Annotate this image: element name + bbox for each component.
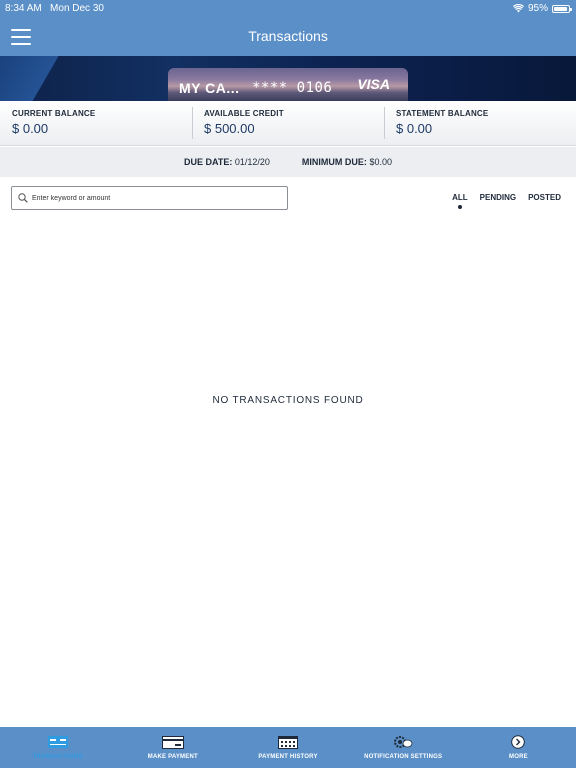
balance-value: $ 500.00	[204, 121, 255, 136]
available-credit: AVAILABLE CREDIT $ 500.00	[192, 101, 384, 145]
battery-fill	[554, 6, 568, 11]
selected-indicator	[457, 205, 462, 209]
calendar-icon	[278, 735, 298, 749]
statement-balance: STATEMENT BALANCE $ 0.00	[384, 101, 576, 145]
due-date-value: 01/12/20	[234, 157, 270, 167]
status-time: 8:34 AM Mon Dec 30	[5, 3, 104, 14]
tab-more[interactable]: MORE	[461, 727, 576, 768]
battery-percent: 95%	[527, 3, 548, 14]
card-name: MY CA...	[179, 80, 240, 96]
tab-payment-history[interactable]: PAYMENT HISTORY	[230, 727, 345, 768]
tab-label: PAYMENT HISTORY	[258, 754, 318, 760]
tab-label: MAKE PAYMENT	[147, 754, 198, 760]
due-date-label: DUE DATE:	[184, 157, 233, 167]
empty-state-message: NO TRANSACTIONS FOUND	[212, 395, 364, 406]
transactions-icon	[47, 735, 68, 749]
status-date: Mon Dec 30	[50, 3, 104, 14]
filter-posted-label: POSTED	[528, 193, 561, 202]
transaction-filters: ALL PENDING POSTED	[452, 193, 561, 209]
balance-label: STATEMENT BALANCE	[396, 109, 489, 118]
app-header: 8:34 AM Mon Dec 30 95% Transactions	[0, 0, 576, 56]
due-date: DUE DATE: 01/12/20	[184, 157, 270, 167]
tab-bar: TRANSACTIONS MAKE PAYMENT PAYMENT HISTOR…	[0, 727, 576, 768]
tab-label: TRANSACTIONS	[32, 754, 83, 760]
card-banner: MY CA... **** 0106 VISA	[0, 56, 576, 101]
balance-label: AVAILABLE CREDIT	[204, 109, 284, 118]
filter-all[interactable]: ALL	[452, 193, 468, 209]
card-payment-icon	[161, 735, 184, 749]
page-title: Transactions	[248, 28, 328, 44]
card-number: **** 0106	[252, 80, 333, 96]
status-bar: 8:34 AM Mon Dec 30 95%	[0, 0, 576, 16]
wifi-icon	[512, 4, 524, 13]
current-balance: CURRENT BALANCE $ 0.00	[0, 101, 192, 145]
search-input[interactable]	[32, 194, 272, 202]
minimum-due-value: $0.00	[369, 157, 392, 167]
filter-pending[interactable]: PENDING	[480, 193, 516, 202]
tab-notification-settings[interactable]: NOTIFICATION SETTINGS	[346, 727, 461, 768]
filter-pending-label: PENDING	[479, 193, 517, 202]
minimum-due: MINIMUM DUE: $0.00	[302, 157, 392, 167]
banner-decoration	[0, 56, 90, 101]
minimum-due-label: MINIMUM DUE:	[301, 157, 367, 167]
card-brand-logo: VISA	[357, 76, 390, 92]
tab-label: NOTIFICATION SETTINGS	[364, 754, 443, 760]
battery-icon	[552, 4, 572, 13]
balance-label: CURRENT BALANCE	[12, 109, 96, 118]
gear-chat-icon	[393, 735, 413, 749]
balance-value: $ 0.00	[396, 121, 433, 136]
balance-value: $ 0.00	[12, 121, 49, 136]
status-time-text: 8:34 AM	[5, 3, 42, 14]
tab-make-payment[interactable]: MAKE PAYMENT	[115, 727, 230, 768]
status-right: 95%	[512, 3, 572, 14]
chevron-circle-icon	[511, 735, 526, 749]
balance-summary: CURRENT BALANCE $ 0.00 AVAILABLE CREDIT …	[0, 101, 576, 146]
search-icon	[18, 193, 28, 203]
tab-label: MORE	[509, 754, 528, 760]
filter-posted[interactable]: POSTED	[528, 193, 561, 202]
credit-card-image[interactable]: MY CA... **** 0106 VISA	[168, 68, 408, 101]
search-box	[11, 186, 288, 210]
tab-transactions[interactable]: TRANSACTIONS	[0, 727, 115, 768]
due-info: DUE DATE: 01/12/20 MINIMUM DUE: $0.00	[0, 147, 576, 177]
filter-all-label: ALL	[452, 193, 468, 202]
